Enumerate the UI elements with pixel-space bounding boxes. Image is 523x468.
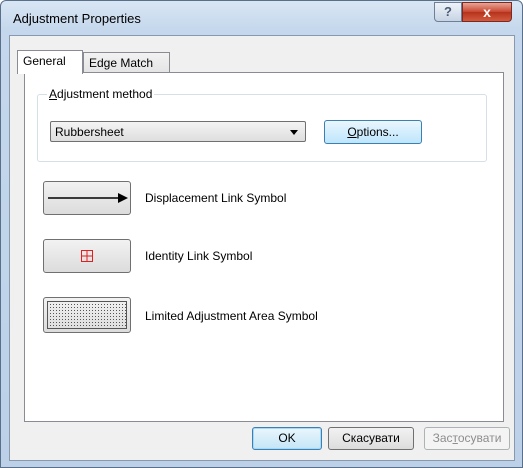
close-button[interactable]: x <box>462 2 512 22</box>
ok-button[interactable]: OK <box>252 427 322 450</box>
limited-adjustment-area-symbol-button[interactable] <box>43 297 131 333</box>
arrow-line-icon <box>48 193 128 203</box>
tab-general[interactable]: General <box>17 50 83 74</box>
identity-link-symbol-label: Identity Link Symbol <box>145 249 253 263</box>
cancel-button-label: Скасувати <box>342 431 400 445</box>
dotted-fill-icon <box>47 301 127 329</box>
tab-edge-match[interactable]: Edge Match <box>83 52 170 74</box>
general-tab-panel: Adjustment method Rubbersheet Options...… <box>24 72 504 422</box>
options-button[interactable]: Options... <box>324 120 422 144</box>
displacement-link-symbol-label: Displacement Link Symbol <box>145 191 287 205</box>
question-icon: ? <box>444 4 452 19</box>
adjustment-method-group: Adjustment method Rubbersheet Options... <box>37 87 487 162</box>
identity-link-symbol-button[interactable] <box>43 239 131 273</box>
red-cross-box-icon <box>81 250 93 262</box>
limited-adjustment-area-symbol-label: Limited Adjustment Area Symbol <box>145 309 318 323</box>
adjustment-method-value: Rubbersheet <box>55 125 124 139</box>
help-button[interactable]: ? <box>434 2 462 22</box>
window-title: Adjustment Properties <box>13 11 141 26</box>
apply-button[interactable]: Застосувати <box>424 427 510 450</box>
title-bar[interactable]: Adjustment Properties ? x <box>1 1 522 35</box>
tab-edge-match-label: Edge Match <box>89 56 154 70</box>
ok-button-label: OK <box>278 431 296 445</box>
chevron-down-icon <box>290 130 298 135</box>
displacement-link-symbol-button[interactable] <box>43 181 131 215</box>
adjustment-method-label: Adjustment method <box>47 87 155 101</box>
tab-general-label: General <box>23 54 66 68</box>
cancel-button[interactable]: Скасувати <box>328 427 414 450</box>
close-icon: x <box>483 4 491 20</box>
adjustment-method-select[interactable]: Rubbersheet <box>50 121 306 142</box>
